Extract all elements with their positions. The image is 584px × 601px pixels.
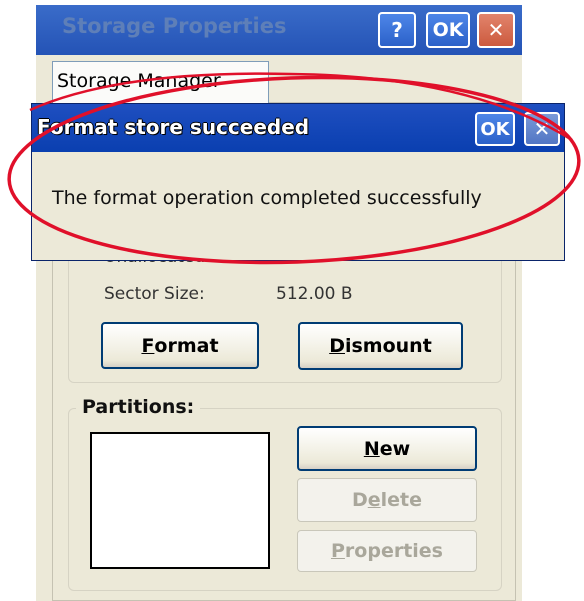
help-button[interactable]: ? xyxy=(378,12,416,48)
sector-size-label: Sector Size: xyxy=(104,284,205,304)
main-close-button[interactable]: ✕ xyxy=(477,12,515,48)
dismount-label-rest: ismount xyxy=(344,335,432,357)
new-label-rest: ew xyxy=(379,437,411,460)
dismount-mnemonic: D xyxy=(329,335,345,357)
new-button[interactable]: New xyxy=(297,426,477,471)
partitions-list[interactable] xyxy=(90,432,270,569)
partitions-label: Partitions: xyxy=(76,396,201,418)
properties-label-rest: roperties xyxy=(344,540,443,562)
dialog-title: Format store succeeded xyxy=(37,115,310,139)
main-window-title: Storage Properties xyxy=(62,14,287,38)
main-ok-button[interactable]: OK xyxy=(426,12,470,48)
new-mnemonic: N xyxy=(363,437,380,460)
properties-button[interactable]: Properties xyxy=(297,530,477,572)
dialog-message: The format operation completed successfu… xyxy=(52,187,482,209)
tab-storage-manager[interactable]: Storage Manager xyxy=(52,61,269,103)
delete-label-pre: D xyxy=(351,489,368,511)
properties-mnemonic: P xyxy=(330,540,345,562)
format-button[interactable]: Format xyxy=(101,322,259,369)
delete-mnemonic: e xyxy=(367,489,381,511)
format-label-rest: ormat xyxy=(154,334,219,357)
dialog-close-button[interactable]: ✕ xyxy=(524,112,560,146)
dialog-ok-button[interactable]: OK xyxy=(475,112,515,146)
format-mnemonic: F xyxy=(141,334,155,357)
sector-size-value: 512.00 B xyxy=(276,284,353,304)
delete-button[interactable]: De lete xyxy=(297,478,477,522)
dismount-button[interactable]: Dismount xyxy=(298,322,463,370)
delete-label-rest: lete xyxy=(380,489,423,511)
